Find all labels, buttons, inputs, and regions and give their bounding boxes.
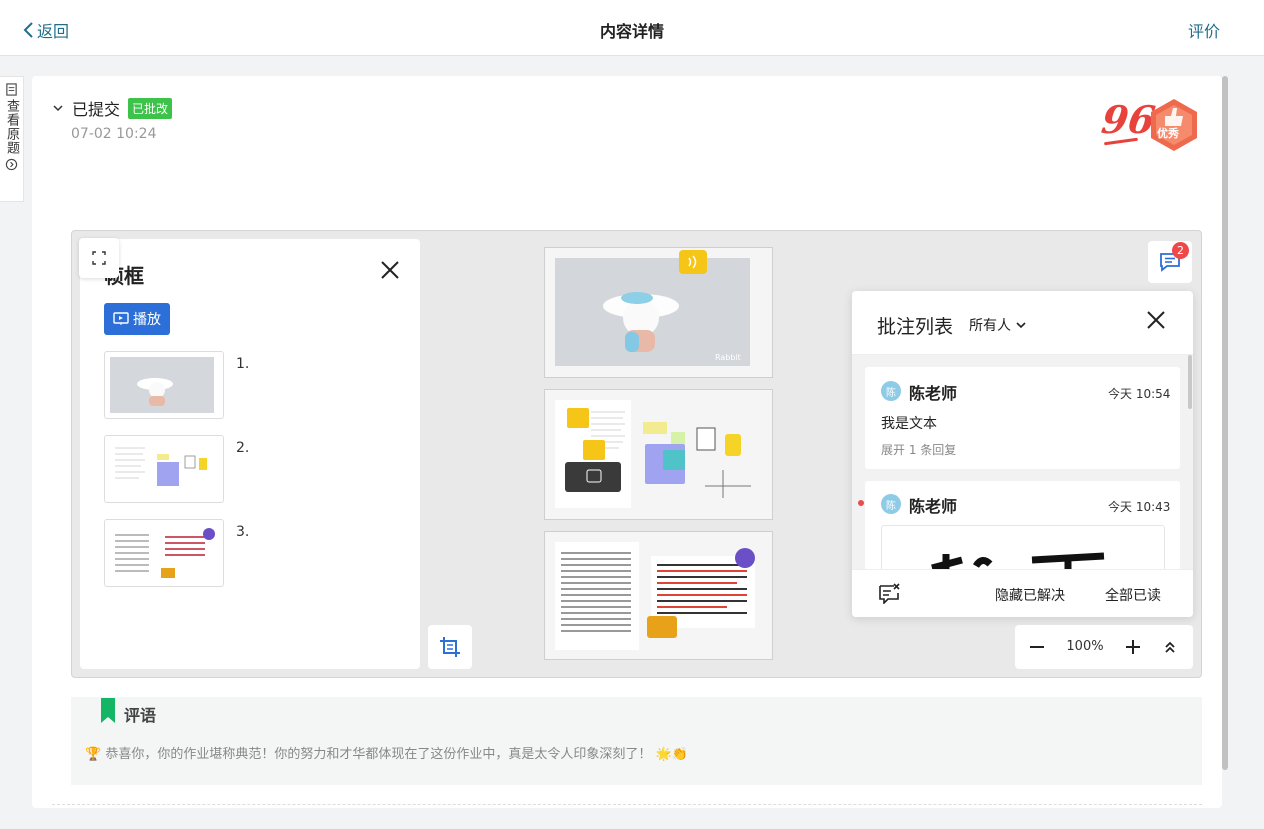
play-button[interactable]: 播放 [104,303,170,335]
annotation-image [881,525,1165,569]
close-icon[interactable] [378,258,402,282]
top-bar: 返回 内容详情 评价 [0,0,1264,56]
page-title: 内容详情 [599,22,664,41]
chevron-down-icon [1016,322,1026,329]
view-original-label: 查看原题 [4,99,19,155]
zoom-out-icon[interactable] [1027,637,1047,657]
fullscreen-icon [92,251,106,265]
review-text: 🏆 恭喜你，你的作业堪称典范！你的努力和才华都体现在了这份作业中，真是太令人印象… [85,747,688,762]
submission-toggle[interactable]: 已提交 已批改 [52,96,173,120]
annotation-filter-value: 所有人 [969,318,1011,334]
annotation-panel-footer: 隐藏已解决 全部已读 [852,569,1193,617]
double-chevron-up-icon[interactable] [1161,638,1179,656]
review-heading: 评语 [124,706,157,725]
avatar: 陈 [881,381,901,401]
annotation-scrollbar[interactable] [1188,355,1192,409]
page-scrollbar[interactable] [1222,76,1228,770]
zoom-in-icon[interactable] [1123,637,1143,657]
zoom-controls: 100% [1015,625,1193,669]
play-label: 播放 [133,312,161,328]
svg-text:Rabbit: Rabbit [715,353,741,362]
annotation-filter-dropdown[interactable]: 所有人 [969,315,1027,335]
bookmark-icon [101,698,115,723]
handwriting-preview [931,552,1105,569]
annotation-author: 陈老师 [909,384,958,403]
fullscreen-button[interactable] [79,238,119,278]
annotation-panel-title: 批注列表 [877,316,954,338]
slide-3[interactable] [544,531,773,660]
frame-thumbnail-1[interactable] [104,351,224,419]
slide-image [555,542,755,650]
crop-icon [440,637,460,657]
annotation-panel-header: 批注列表 所有人 [852,291,1193,355]
annotation-count-badge: 2 [1172,242,1189,259]
review-section [71,697,1202,785]
zoom-level: 100% [1066,639,1104,654]
annotation-author: 陈老师 [909,497,958,516]
document-icon [6,83,17,96]
resolve-comment-icon[interactable] [878,582,900,604]
frame-thumbnail-image [110,525,220,583]
slide-2[interactable] [544,389,773,520]
chevron-right-circle-icon [5,158,18,171]
divider [52,804,1202,805]
annotation-panel: 批注列表 所有人 陈 陈老师 今天 10:54 我是文本 展开 1 条回复 陈 … [852,291,1193,617]
grade-label: 优秀 [1157,127,1179,140]
hide-resolved-button[interactable]: 隐藏已解决 [995,585,1065,605]
unread-indicator [858,500,864,506]
mark-all-read-button[interactable]: 全部已读 [1105,585,1161,605]
graded-badge: 已批改 [128,97,173,119]
play-icon [113,312,129,325]
annotation-time: 今天 10:43 [1108,500,1171,514]
submission-status: 已提交 [72,100,121,119]
frame-thumbnail-3[interactable] [104,519,224,587]
crop-button[interactable] [428,625,472,669]
avatar: 陈 [881,494,901,514]
view-original-tab[interactable]: 查看原题 [0,76,24,202]
chevron-down-icon [53,105,63,112]
frame-number: 1. [236,356,250,372]
annotation-list: 陈 陈老师 今天 10:54 我是文本 展开 1 条回复 陈 陈老师 今天 10… [852,355,1193,569]
frame-thumbnail-image [110,441,220,499]
slide-image: Rabbit [555,250,750,366]
frame-thumbnail-2[interactable] [104,435,224,503]
slide-1[interactable]: Rabbit [544,247,773,378]
frame-number: 2. [236,440,250,456]
rate-button[interactable]: 评价 [1188,18,1220,42]
frame-thumbnail-image [110,357,214,413]
close-icon[interactable] [1145,309,1167,331]
expand-replies-link[interactable]: 展开 1 条回复 [881,441,956,458]
annotation-item[interactable]: 陈 陈老师 今天 10:54 我是文本 展开 1 条回复 [865,367,1180,469]
annotation-item[interactable]: 陈 陈老师 今天 10:43 [865,481,1180,569]
slide-image [555,400,751,508]
frame-number: 3. [236,524,250,540]
submission-time: 07-02 10:24 [71,126,157,142]
annotation-text: 我是文本 [881,416,937,432]
annotation-time: 今天 10:54 [1108,387,1171,401]
